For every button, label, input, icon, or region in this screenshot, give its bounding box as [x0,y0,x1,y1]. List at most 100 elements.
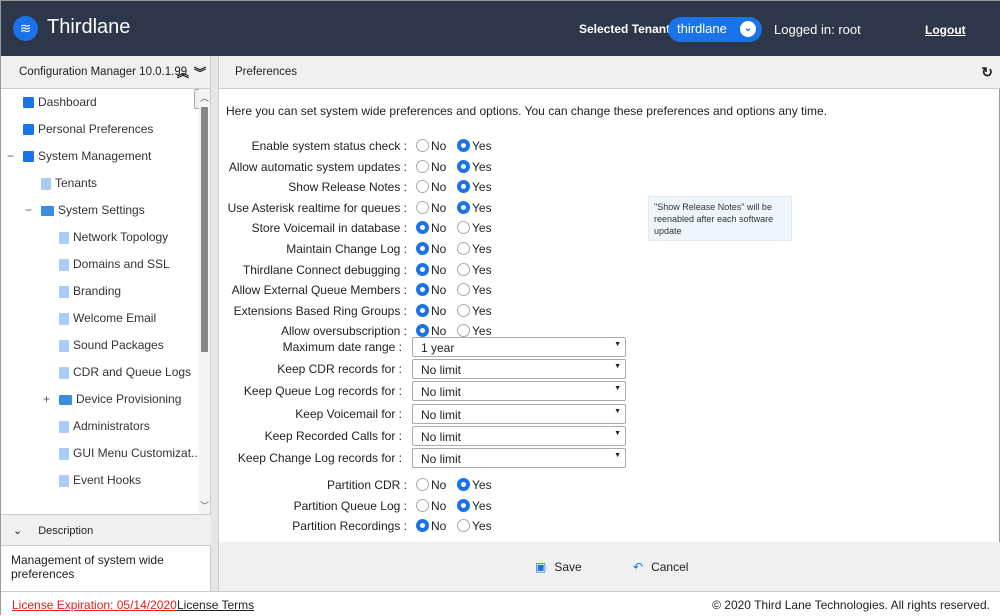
radio-no[interactable]: No [416,200,446,215]
sidebar: Configuration Manager 10.0.1.99 ︽ ︾ Dash… [1,56,211,591]
radio-circle-icon [457,159,470,173]
sidebar-item-cdr-and-queue-logs[interactable]: CDR and Queue Logs [1,359,199,386]
collapse-icon[interactable]: − [25,197,35,224]
radio-no[interactable]: No [416,242,446,256]
dropdown-select[interactable]: No limit ▼ [412,425,626,446]
tree-scrollbar[interactable]: ︿ ﹀ [199,89,210,514]
file-icon [41,177,51,190]
radio-circle-icon [457,283,470,297]
dropdown-select[interactable]: No limit ▼ [412,381,626,402]
radio-no[interactable]: No [416,519,446,533]
radio-no[interactable]: No [416,498,446,513]
preference-row: Keep CDR records for : No limit ▼ [219,359,639,380]
expand-all-icon[interactable]: ︾ [194,64,206,81]
dropdown-select[interactable]: No limit ▼ [412,448,626,468]
file-icon [59,447,69,460]
cancel-button[interactable]: ↶ Cancel [633,560,688,574]
sidebar-item-administrators[interactable]: Administrators [1,413,199,440]
caret-down-icon: ▼ [614,452,621,459]
radio-no[interactable]: No [416,303,446,318]
description-title: Description [38,525,94,537]
preference-row: Keep Voicemail for : No limit ▼ [219,403,639,424]
intro-text: Here you can set system wide preferences… [226,104,828,118]
radio-no[interactable]: No [416,159,446,174]
radio-yes[interactable]: Yes [457,262,492,277]
sidebar-item-tenants[interactable]: Tenants [1,170,199,197]
radio-circle-icon [416,221,429,235]
sidebar-item-device-provisioning[interactable]: + Device Provisioning [1,386,199,413]
logout-link[interactable]: Logout [925,23,966,37]
release-notes-tooltip: "Show Release Notes" will be reenabled a… [648,196,792,241]
dropdown-select[interactable]: No limit ▼ [412,403,626,424]
scrollbar-thumb[interactable] [201,107,208,352]
collapse-icon[interactable]: − [7,143,17,170]
tenant-label: Selected Tenant : [579,22,678,36]
sidebar-item-event-hooks[interactable]: Event Hooks [1,467,199,494]
license-terms-link[interactable]: License Terms [177,598,254,612]
sidebar-item-branding[interactable]: Branding [1,278,199,305]
license-expiration-link[interactable]: License Expiration: 05/14/2020 [12,598,177,612]
scroll-down-icon[interactable]: ﹀ [200,499,209,512]
radio-yes[interactable]: Yes [457,498,492,513]
preference-label: Extensions Based Ring Groups : [233,303,407,318]
sidebar-item-system-management[interactable]: − System Management [1,143,199,170]
dropdown-select[interactable]: No limit ▼ [412,359,626,380]
page-title: Preferences [235,66,298,78]
sidebar-item-label: Domains and SSL [73,257,170,271]
radio-circle-icon [457,242,470,255]
radio-yes[interactable]: Yes [457,221,492,235]
sidebar-item-domains-and-ssl[interactable]: Domains and SSL [1,251,199,278]
radio-no[interactable]: No [416,478,446,492]
copyright: © 2020 Third Lane Technologies. All righ… [712,598,990,612]
radio-circle-icon [416,200,429,214]
caret-down-icon: ▼ [614,341,621,348]
preference-label: Keep Recorded Calls for : [264,428,402,443]
preference-label: Store Voicemail in database : [251,221,407,236]
radio-no[interactable]: No [416,221,446,235]
radio-yes[interactable]: Yes [457,303,492,318]
tenant-value: thirdlane [677,21,727,36]
expand-icon[interactable]: + [43,386,53,413]
sidebar-item-system-settings[interactable]: − System Settings [1,197,199,224]
sidebar-item-dashboard[interactable]: Dashboard [1,89,199,116]
radio-circle-icon [416,262,429,276]
radio-yes[interactable]: Yes [457,283,492,297]
radio-circle-icon [416,242,429,255]
radio-yes[interactable]: Yes [457,180,492,194]
preference-row: Maintain Change Log : No Yes [219,239,639,259]
preference-row: Keep Change Log records for : No limit ▼ [219,448,639,468]
radio-yes[interactable]: Yes [457,519,492,533]
radio-yes[interactable]: Yes [457,200,492,215]
scroll-up-icon[interactable]: ︿ [200,91,209,104]
preference-label: Maintain Change Log : [286,242,407,256]
radio-yes[interactable]: Yes [457,478,492,492]
preference-row: Partition Queue Log : No Yes [219,496,639,516]
save-button[interactable]: ▣ Save [535,560,582,574]
radio-yes[interactable]: Yes [457,242,492,256]
radio-circle-icon [416,324,429,338]
description-header[interactable]: ⌄ Description [1,514,211,546]
tenant-select[interactable]: thirdlane ⌄ [668,17,762,42]
collapse-all-icon[interactable]: ︽ [177,64,189,81]
panel-splitter[interactable] [211,56,219,591]
sidebar-item-network-topology[interactable]: Network Topology [1,224,199,251]
top-header: ≋ Thirdlane Selected Tenant : thirdlane ⌄… [1,1,1000,56]
radio-no[interactable]: No [416,139,446,153]
dropdown-select[interactable]: 1 year ▼ [412,337,626,357]
refresh-icon[interactable]: ↻ [981,64,993,81]
radio-no[interactable]: No [416,283,446,297]
radio-circle-icon [416,303,429,317]
sidebar-item-gui-menu-customizat[interactable]: GUI Menu Customizat... [1,440,199,467]
sidebar-item-personal-preferences[interactable]: Personal Preferences [1,116,199,143]
radio-circle-icon [416,498,429,512]
button-bar: ▣ Save ↶ Cancel [219,542,1000,591]
sidebar-item-welcome-email[interactable]: Welcome Email [1,305,199,332]
radio-no[interactable]: No [416,180,446,194]
radio-yes[interactable]: Yes [457,139,492,153]
radio-yes[interactable]: Yes [457,159,492,174]
file-icon [59,339,69,352]
main-panel: Preferences ↻ Here you can set system wi… [219,56,1000,591]
sidebar-item-sound-packages[interactable]: Sound Packages [1,332,199,359]
radio-no[interactable]: No [416,262,446,277]
preference-row: Store Voicemail in database : No Yes [219,218,639,238]
